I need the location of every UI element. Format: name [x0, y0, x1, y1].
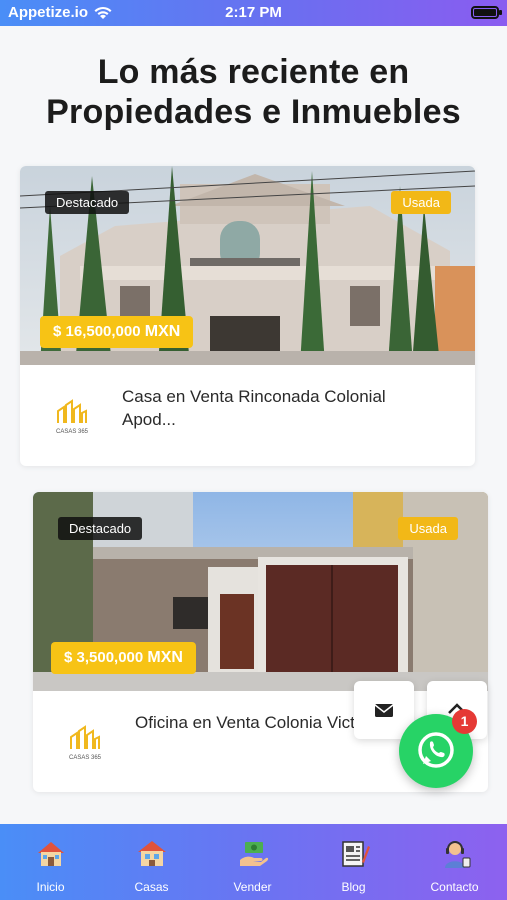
listing-title-line-2: Apod... — [122, 410, 176, 429]
nav-label: Inicio — [36, 880, 65, 894]
page-title: Lo más reciente en Propiedades e Inmuebl… — [0, 52, 507, 132]
status-bar: Appetize.io 2:17 PM — [0, 0, 507, 26]
page-title-line-2: Propiedades e Inmuebles — [46, 93, 461, 131]
nav-label: Vender — [233, 880, 272, 894]
listing-info[interactable]: CASAS 365 Casa en Venta Rinconada Coloni… — [20, 365, 475, 466]
money-hand-icon — [240, 842, 269, 866]
price-badge: $ 3,500,000 MXN — [51, 642, 196, 674]
price-currency: MXN — [144, 323, 181, 340]
price-value: $ 16,500,000 — [53, 323, 141, 340]
nav-item-inicio[interactable]: Inicio — [0, 824, 101, 900]
newspaper-icon — [342, 841, 370, 867]
nav-item-contacto[interactable]: Contacto — [404, 824, 505, 900]
clock: 2:17 PM — [225, 4, 282, 21]
nav-item-casas[interactable]: Casas — [101, 824, 202, 900]
house-icon — [38, 842, 64, 866]
listing-photo[interactable]: Destacado Usada $ 16,500,000 MXN — [20, 166, 475, 365]
nav-label: Casas — [134, 880, 169, 894]
price-badge: $ 16,500,000 MXN — [40, 316, 194, 348]
contact-support-icon — [445, 841, 471, 868]
featured-badge: Destacado — [58, 517, 143, 540]
bottom-nav: Inicio Casas Vender Blog Contacto — [0, 824, 507, 900]
casas-365-logo: CASAS 365 — [65, 723, 105, 763]
condition-badge: Usada — [391, 191, 451, 214]
logo-text: CASAS 365 — [69, 755, 102, 761]
nav-item-blog[interactable]: Blog — [303, 824, 404, 900]
price-value: $ 3,500,000 — [64, 649, 144, 666]
listing-photo[interactable]: Destacado Usada $ 3,500,000 MXN — [33, 492, 488, 691]
nav-item-vender[interactable]: Vender — [202, 824, 303, 900]
nav-label: Contacto — [430, 880, 479, 894]
price-currency: MXN — [147, 649, 183, 666]
logo-text: CASAS 365 — [56, 429, 89, 435]
listing-title-line-1: Casa en Venta Rinconada Colonial — [122, 387, 386, 406]
houses-icon — [138, 841, 166, 866]
page-title-line-1: Lo más reciente en — [97, 53, 410, 91]
listing-title[interactable]: Casa en Venta Rinconada Colonial Apod... — [122, 385, 442, 431]
nav-label: Blog — [341, 880, 366, 894]
notification-badge: 1 — [452, 709, 477, 734]
condition-badge: Usada — [398, 517, 458, 540]
listing-card[interactable]: Destacado Usada $ 16,500,000 MXN CASAS 3… — [20, 166, 475, 466]
featured-badge: Destacado — [45, 191, 130, 214]
casas-365-logo: CASAS 365 — [52, 397, 92, 437]
battery-icon — [471, 6, 502, 19]
